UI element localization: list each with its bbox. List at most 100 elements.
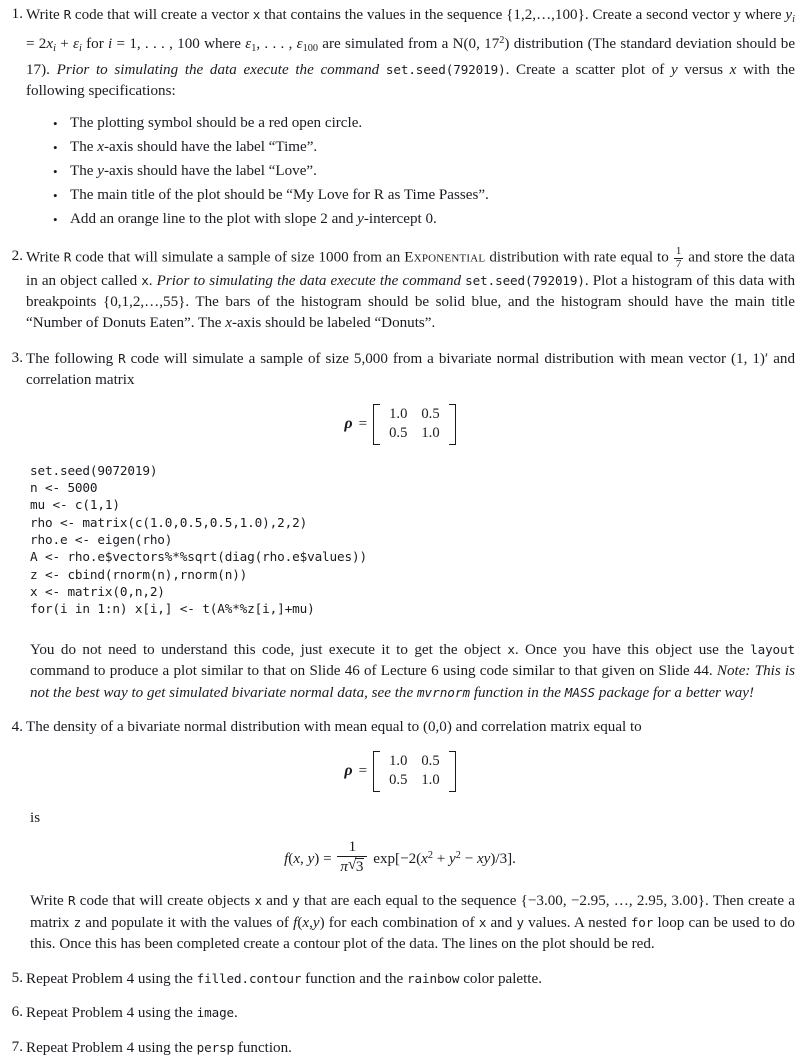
object-x: x [254, 892, 262, 908]
p1-seg-5: where [204, 36, 241, 52]
fraction-denominator: π3 [337, 855, 368, 876]
document-page: 1. Write R code that will create a vecto… [0, 0, 812, 1056]
math-epsilon-i: εi [73, 36, 82, 54]
p4-seg-4: and [266, 892, 288, 909]
note-prefix: Note: [716, 662, 751, 679]
p1-seg-2: code that will create a vector [74, 7, 249, 23]
p2-seg-1: Write [26, 250, 60, 266]
p3-seg-1: The following [26, 351, 114, 368]
p7-seg-2: function. [237, 1039, 292, 1056]
p6-seg-2: . [234, 1005, 238, 1022]
density-fraction: 1 π3 [337, 838, 368, 876]
matrix-cell: 1.0 [389, 752, 408, 769]
p2-seg-3: distribution with rate equal to [489, 250, 669, 266]
matrix-cell: 1.0 [389, 405, 408, 422]
matrix-row: 0.5 1.0 [382, 424, 447, 444]
p1-seg-9: versus [684, 62, 723, 79]
problem-3-text: The following R code will simulate a sam… [26, 348, 795, 391]
p4-seg-1: The density of a bivariate normal distri… [26, 719, 642, 736]
inline-code-r: R [118, 351, 126, 367]
correlation-matrix-display-1: ρ = 1.0 0.5 0.5 1.0 [5, 403, 795, 445]
math-x-axis: x [225, 315, 232, 332]
p5-seg-1: Repeat Problem 4 using the [26, 971, 193, 988]
p3-seg-2: code will simulate a sample of size 5,00… [130, 351, 727, 368]
problem-3-after-code: You do not need to understand this code,… [30, 639, 795, 705]
matrix-cell: 0.5 [389, 425, 408, 442]
document-body: 1. Write R code that will create a vecto… [5, 4, 795, 1059]
equals-sign: = [358, 415, 368, 432]
matrix-cell: 1.0 [421, 425, 440, 442]
problem-3-number: 3. [11, 350, 23, 367]
problem-6: 6. Repeat Problem 4 using the image. [5, 1002, 795, 1024]
matrix-cell: 1.0 [421, 772, 440, 789]
p1-seg-8: . Create a scatter plot of [505, 62, 665, 79]
matrix-object-z: z [73, 914, 82, 930]
matrix-brackets: 1.0 0.5 0.5 1.0 [373, 403, 456, 445]
problem-7: 7. Repeat Problem 4 using the persp func… [5, 1037, 795, 1059]
inline-code-r: R [68, 892, 76, 908]
p7-seg-1: Repeat Problem 4 using the [26, 1039, 193, 1056]
persp-function: persp [196, 1039, 235, 1055]
problem-7-number: 7. [11, 1038, 23, 1055]
matrix-cell: 0.5 [389, 772, 408, 789]
matrix-equation: ρ = 1.0 0.5 0.5 1.0 [344, 750, 456, 792]
p4-seg-6: and populate it with the values of [85, 914, 289, 931]
for-keyword: for [630, 914, 654, 930]
matrix-cell: 0.5 [421, 405, 440, 422]
object-x: x [478, 914, 487, 930]
bullet-plot-symbol: • The plotting symbol should be a red op… [52, 113, 795, 137]
math-x: x [729, 62, 737, 79]
problem-4-text: The density of a bivariate normal distri… [26, 717, 795, 738]
bullet-text: The plotting symbol should be a red open… [70, 115, 363, 132]
p3-seg-6: command to produce a plot similar to tha… [30, 662, 713, 679]
bullet-text: The main title of the plot should be “My… [70, 187, 489, 204]
image-function: image [196, 1005, 235, 1021]
bullet-icon: • [53, 187, 58, 203]
inline-code-r: R [63, 7, 72, 22]
p5-seg-2: function and the [305, 971, 404, 988]
problem-4-number: 4. [11, 719, 23, 736]
p2-seg-7: -axis should be labeled “Donuts”. [231, 315, 436, 332]
object-name-x: x [507, 641, 515, 657]
fraction-numerator: 1 [348, 838, 357, 855]
mean-vector: (1, 1)′ [731, 351, 769, 368]
note-text-3: package for a better way! [598, 685, 755, 702]
p4-seg-3: code that will create objects [79, 892, 251, 909]
bullet-icon: • [53, 139, 58, 155]
bullet-icon: • [53, 163, 58, 179]
mvrnorm-function: mvrnorm [416, 685, 471, 701]
seed-command-1: set.seed(792019) [385, 62, 506, 78]
p5-seg-3: color palette. [463, 971, 542, 988]
rainbow-palette: rainbow [407, 971, 460, 987]
object-name-x: x [141, 272, 149, 288]
math-epsilon-range: ε1 [245, 36, 257, 54]
p2-seg-5: . [148, 272, 153, 289]
problem-5-text: Repeat Problem 4 using the filled.contou… [26, 968, 795, 990]
math-epsilon-100: ε100 [296, 36, 318, 54]
bullet-main-title: • The main title of the plot should be “… [52, 185, 795, 209]
correlation-matrix-display-2: ρ = 1.0 0.5 0.5 1.0 [5, 750, 795, 792]
seed-command-2: set.seed(792019) [465, 272, 585, 288]
density-equation-display: f(x, y) = 1 π3 exp[−2(x2 + y2 − xy)/3]. [5, 839, 795, 876]
problem-5: 5. Repeat Problem 4 using the filled.con… [5, 968, 795, 990]
inline-code-r: R [63, 250, 72, 265]
math-y: y [670, 62, 678, 79]
filled-contour-function: filled.contour [196, 971, 302, 987]
object-y: y [292, 892, 300, 908]
bullet-icon: • [53, 115, 58, 131]
p1-italic-note: Prior to simulating the data execute the… [56, 62, 380, 79]
bullet-text: The x-axis should have the label “Time”. [70, 139, 318, 156]
problem-2: 2. Write R code that will simulate a sam… [5, 246, 795, 334]
math-x-i: xi [46, 36, 56, 54]
p1-seg-3: that contains the values in the sequence… [264, 7, 782, 23]
p6-seg-1: Repeat Problem 4 using the [26, 1005, 193, 1022]
equals-sign: = [358, 762, 368, 779]
rho-symbol: ρ [344, 415, 353, 433]
p4-seg-7: for each combination of [328, 914, 475, 931]
matrix-row: 0.5 1.0 [382, 771, 447, 791]
bullet-y-axis-label: • The y-axis should have the label “Love… [52, 161, 795, 185]
problem-4: 4. The density of a bivariate normal dis… [5, 717, 795, 738]
inline-code-x: x [252, 7, 261, 22]
problem-6-number: 6. [11, 1004, 23, 1021]
p4-seg-8: and [490, 914, 513, 931]
